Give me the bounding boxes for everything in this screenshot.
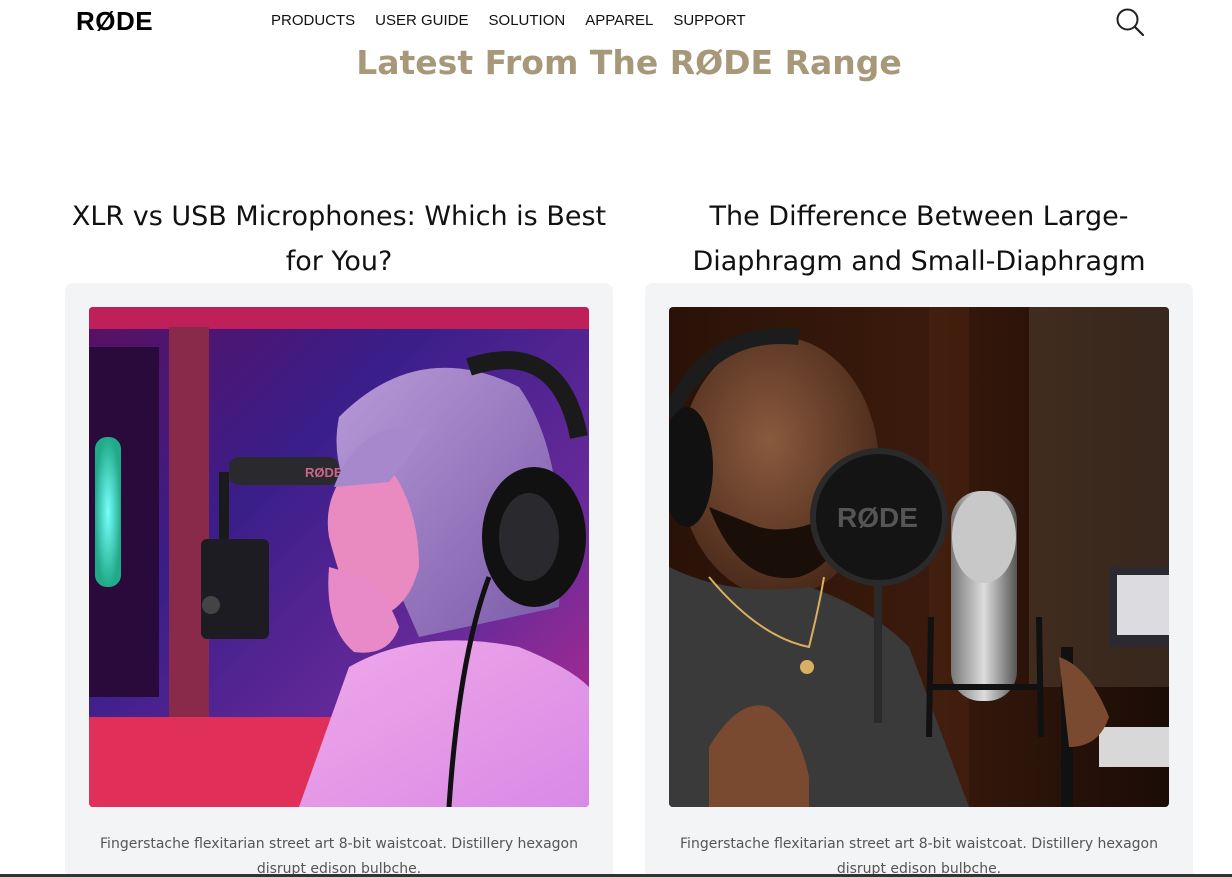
svg-text:RØDE: RØDE xyxy=(837,502,918,533)
article-image-vocalist[interactable]: RØDE xyxy=(669,307,1169,807)
section-title: Latest From The RØDE Range xyxy=(356,43,902,82)
nav-link-solution[interactable]: SOLUTION xyxy=(489,12,566,30)
nav-link-products[interactable]: PRODUCTS xyxy=(271,12,355,30)
page: RØDE PRODUCTS USER GUIDE SOLUTION APPARE… xyxy=(0,0,1232,877)
nav-link-apparel[interactable]: APPAREL xyxy=(585,12,653,30)
nav-link-support[interactable]: SUPPORT xyxy=(673,12,745,30)
card-description: Fingerstache flexitarian street art 8-bi… xyxy=(100,836,578,877)
article-card-xlr-vs-usb[interactable]: RØDE Fingerstache flexitarian street art… xyxy=(65,283,613,877)
card-description: Fingerstache flexitarian street art 8-bi… xyxy=(680,836,1158,877)
top-nav: RØDE PRODUCTS USER GUIDE SOLUTION APPARE… xyxy=(0,0,1232,44)
article-image-podcaster[interactable]: RØDE xyxy=(89,307,589,807)
article-card-diaphragm[interactable]: RØDE Fingerstache flexitarian street art… xyxy=(645,283,1193,877)
rode-logo[interactable]: RØDE xyxy=(76,7,153,35)
card-title-xlr-vs-usb[interactable]: XLR vs USB Microphones: Which is Best fo… xyxy=(65,194,613,284)
nav-links: PRODUCTS USER GUIDE SOLUTION APPAREL SUP… xyxy=(271,12,746,30)
search-button[interactable] xyxy=(1114,6,1146,38)
search-icon xyxy=(1116,8,1145,37)
svg-text:RØDE: RØDE xyxy=(305,465,343,480)
card-title-diaphragm[interactable]: The Difference Between Large-Diaphragm a… xyxy=(660,194,1178,284)
nav-link-user-guide[interactable]: USER GUIDE xyxy=(375,12,468,30)
